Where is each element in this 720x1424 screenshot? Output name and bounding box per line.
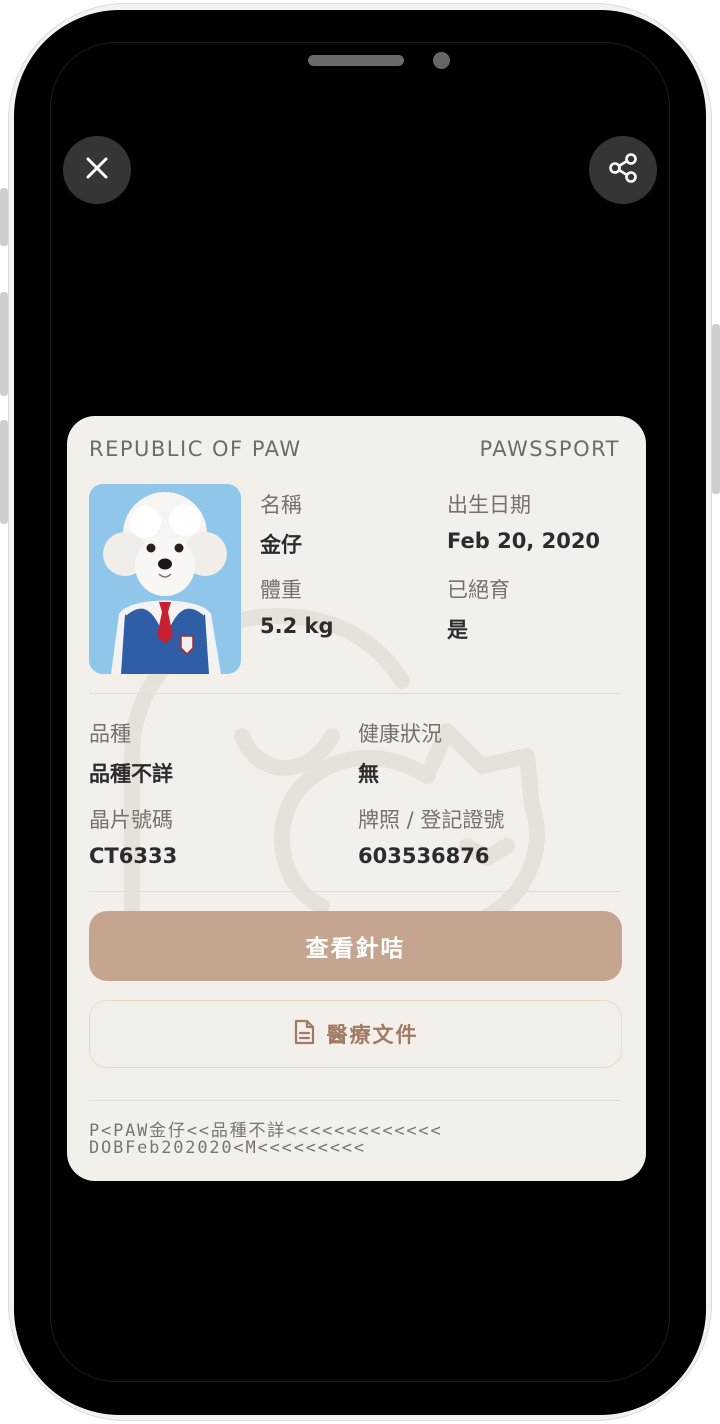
license-value: 603536876	[358, 844, 490, 868]
document-icon	[293, 1019, 315, 1050]
health-value: 無	[358, 762, 379, 786]
neutered-label: 已絕育	[447, 578, 510, 602]
notch	[184, 43, 536, 91]
breed-label: 品種	[89, 722, 131, 746]
medical-documents-label: 醫療文件	[326, 1023, 419, 1047]
share-icon	[606, 151, 640, 189]
name-value: 金仔	[260, 533, 302, 557]
weight-value: 5.2 kg	[260, 614, 334, 638]
close-button[interactable]	[63, 136, 131, 204]
phone-side-button-action	[0, 188, 8, 246]
dob-label: 出生日期	[447, 493, 531, 517]
divider	[89, 891, 622, 892]
divider	[89, 1100, 622, 1101]
speaker	[308, 55, 404, 66]
dob-value: Feb 20, 2020	[447, 529, 601, 553]
chip-value: CT6333	[89, 844, 178, 868]
weight-label: 體重	[260, 578, 302, 602]
share-button[interactable]	[589, 136, 657, 204]
document-type: PAWSSPORT	[479, 437, 620, 461]
breed-value: 品種不詳	[89, 762, 173, 786]
name-label: 名稱	[260, 493, 302, 517]
pet-passport-card: REPUBLIC OF PAW PAWSSPORT 名稱 金仔 出生日期 Feb…	[67, 416, 646, 1181]
issuer-title: REPUBLIC OF PAW	[89, 437, 302, 461]
neutered-value: 是	[447, 618, 468, 642]
chip-label: 晶片號碼	[89, 808, 173, 832]
mrz-line-2: DOBFeb202020<M<<<<<<<<<	[89, 1138, 366, 1158]
view-vaccine-card-button[interactable]: 查看針咭	[89, 911, 622, 981]
license-label: 牌照 / 登記證號	[358, 808, 505, 832]
phone-side-button-volume-up	[0, 292, 8, 396]
close-icon	[83, 154, 111, 186]
phone-side-button-power	[712, 324, 720, 494]
health-label: 健康狀況	[358, 722, 442, 746]
pet-photo[interactable]	[89, 484, 241, 674]
medical-documents-button[interactable]: 醫療文件	[89, 1000, 622, 1068]
view-vaccine-card-label: 查看針咭	[305, 936, 406, 962]
front-camera	[433, 52, 450, 69]
divider	[89, 693, 622, 694]
phone-side-button-volume-down	[0, 420, 8, 524]
